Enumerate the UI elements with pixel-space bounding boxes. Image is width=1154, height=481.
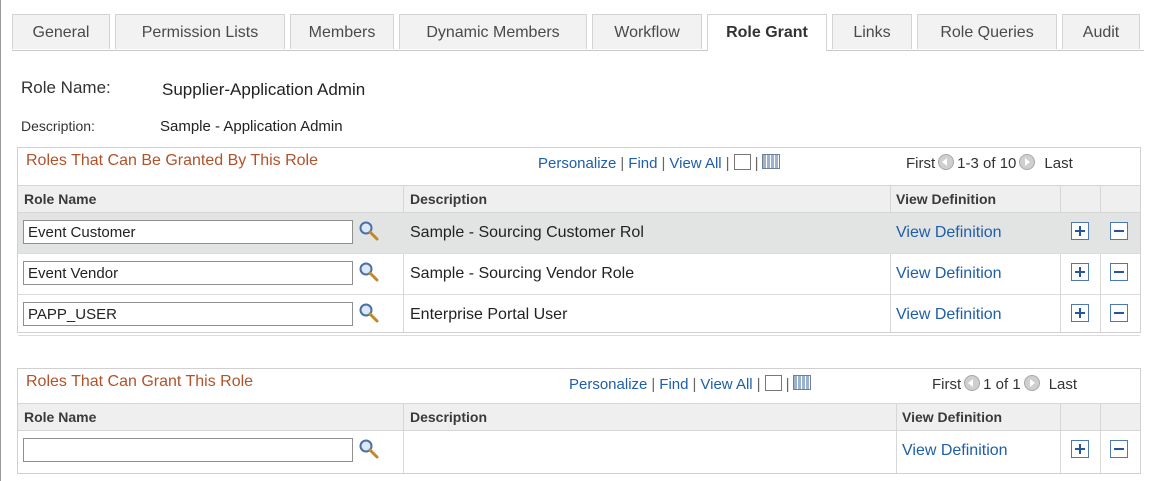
tab-dynamic-members[interactable]: Dynamic Members	[399, 14, 587, 49]
tab-audit[interactable]: Audit	[1062, 14, 1140, 49]
last-label[interactable]: Last	[1043, 376, 1077, 393]
view-all-link[interactable]: View All	[700, 376, 752, 393]
tab-permission-lists[interactable]: Permission Lists	[115, 14, 285, 49]
search-icon[interactable]	[358, 220, 380, 242]
tab-workflow[interactable]: Workflow	[592, 14, 702, 49]
grid-pager: First 1 of 1 Last	[932, 375, 1077, 393]
col-role-name: Role Name	[24, 409, 97, 425]
grid-pager: First 1-3 of 10 Last	[906, 154, 1073, 172]
next-icon[interactable]	[1019, 154, 1036, 170]
add-row-icon[interactable]	[1071, 263, 1089, 281]
view-definition-link[interactable]: View Definition	[896, 224, 1002, 242]
grid-title: Roles That Can Be Granted By This Role	[26, 152, 318, 169]
row-description: Enterprise Portal User	[410, 306, 568, 323]
row-description: Sample - Sourcing Vendor Role	[410, 265, 635, 282]
previous-icon[interactable]	[938, 154, 955, 170]
col-description: Description	[410, 191, 488, 207]
search-icon[interactable]	[358, 261, 380, 283]
new-window-icon[interactable]	[733, 154, 751, 170]
role-name-input[interactable]	[23, 438, 353, 462]
first-label[interactable]: First	[906, 155, 935, 172]
grid-nav-links: Personalize | Find | View All | |	[569, 375, 812, 393]
grid-header: Role Name Description View Definition	[18, 185, 1140, 213]
delete-row-icon[interactable]	[1110, 222, 1128, 240]
download-grid-icon[interactable]	[762, 154, 781, 169]
role-name-input[interactable]: Event Customer	[23, 220, 353, 244]
row-description: Sample - Sourcing Customer Rol	[410, 224, 644, 241]
search-icon[interactable]	[358, 302, 380, 324]
delete-row-icon[interactable]	[1110, 304, 1128, 322]
table-row: Event Vendor Sample - Sourcing Vendor Ro…	[18, 254, 1140, 295]
search-icon[interactable]	[358, 438, 380, 460]
table-row: View Definition	[18, 431, 1140, 471]
last-label[interactable]: Last	[1038, 155, 1072, 172]
role-name-label: Role Name:	[21, 78, 111, 97]
table-row: Event Customer Sample - Sourcing Custome…	[18, 213, 1140, 254]
previous-icon[interactable]	[964, 375, 981, 391]
row-range: 1-3 of 10	[957, 155, 1017, 172]
col-view-definition: View Definition	[902, 409, 1003, 425]
personalize-link[interactable]: Personalize	[569, 376, 647, 393]
download-grid-icon[interactable]	[793, 375, 812, 390]
col-description: Description	[410, 409, 488, 425]
description-value: Sample - Application Admin	[160, 118, 343, 135]
roles-granted-grid: Roles That Can Be Granted By This Role P…	[17, 147, 1141, 336]
first-label[interactable]: First	[932, 376, 961, 393]
tab-general[interactable]: General	[12, 14, 110, 49]
row-range: 1 of 1	[983, 376, 1021, 393]
role-name-input[interactable]: PAPP_USER	[23, 302, 353, 326]
add-row-icon[interactable]	[1071, 304, 1089, 322]
role-name-value: Supplier-Application Admin	[162, 80, 366, 99]
tab-role-grant[interactable]: Role Grant	[707, 14, 827, 51]
grid-header: Role Name Description View Definition	[18, 403, 1140, 431]
find-link[interactable]: Find	[659, 376, 688, 393]
add-row-icon[interactable]	[1071, 222, 1089, 240]
new-window-icon[interactable]	[764, 375, 782, 391]
personalize-link[interactable]: Personalize	[538, 155, 616, 172]
next-icon[interactable]	[1023, 375, 1040, 391]
table-row: PAPP_USER Enterprise Portal User View De…	[18, 295, 1140, 336]
delete-row-icon[interactable]	[1110, 440, 1128, 458]
find-link[interactable]: Find	[628, 155, 657, 172]
role-name-input[interactable]: Event Vendor	[23, 261, 353, 285]
description-label: Description:	[21, 118, 95, 134]
view-all-link[interactable]: View All	[669, 155, 721, 172]
delete-row-icon[interactable]	[1110, 263, 1128, 281]
grid-title: Roles That Can Grant This Role	[26, 373, 254, 390]
tab-members[interactable]: Members	[290, 14, 394, 49]
view-definition-link[interactable]: View Definition	[896, 265, 1002, 283]
add-row-icon[interactable]	[1071, 440, 1089, 458]
view-definition-link[interactable]: View Definition	[896, 306, 1002, 324]
grid-nav-links: Personalize | Find | View All | |	[538, 154, 781, 172]
page-left-border	[0, 0, 1, 481]
tab-role-queries[interactable]: Role Queries	[917, 14, 1057, 49]
roles-can-grant-grid: Roles That Can Grant This Role Personali…	[17, 368, 1141, 474]
col-role-name: Role Name	[24, 191, 97, 207]
tab-links[interactable]: Links	[832, 14, 912, 49]
col-view-definition: View Definition	[896, 191, 997, 207]
view-definition-link[interactable]: View Definition	[902, 442, 1008, 460]
tab-bar: General Permission Lists Members Dynamic…	[12, 14, 1144, 51]
